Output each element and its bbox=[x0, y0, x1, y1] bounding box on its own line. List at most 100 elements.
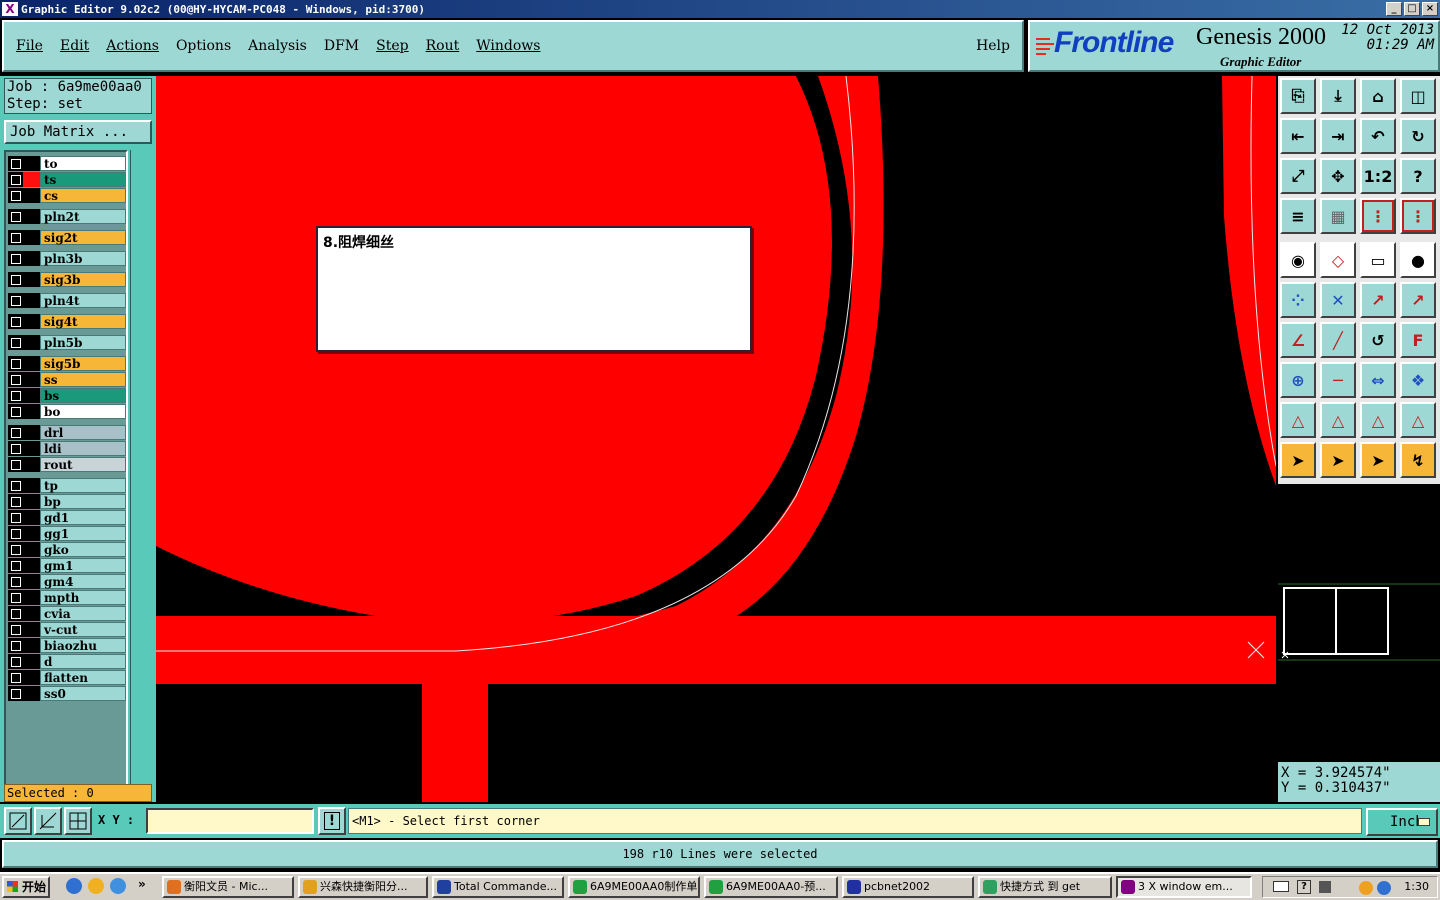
zoom-box-button[interactable] bbox=[4, 807, 32, 835]
snap-tool[interactable]: ≡ bbox=[1280, 198, 1316, 234]
layer-display-color[interactable] bbox=[23, 404, 40, 419]
layer-checkbox[interactable] bbox=[8, 441, 23, 456]
route-tool[interactable]: ↯ bbox=[1400, 442, 1436, 478]
layer-row-gg1[interactable]: gg1 bbox=[8, 526, 126, 541]
help-tool[interactable]: ? bbox=[1400, 158, 1436, 194]
menu-actions[interactable]: Actions bbox=[106, 38, 159, 54]
overview-map[interactable] bbox=[1278, 484, 1440, 760]
minimize-button[interactable]: _ bbox=[1386, 2, 1402, 16]
graphic-canvas[interactable]: 8.阻焊细丝 bbox=[156, 76, 1276, 802]
keyboard-icon[interactable] bbox=[1273, 881, 1289, 892]
layer-row-rout[interactable]: rout bbox=[8, 457, 126, 472]
layer-checkbox[interactable] bbox=[8, 293, 23, 308]
layer-display-color[interactable] bbox=[23, 510, 40, 525]
layer-display-color[interactable] bbox=[23, 314, 40, 329]
desktop-icon[interactable] bbox=[110, 878, 126, 894]
layer-checkbox[interactable] bbox=[8, 188, 23, 203]
menu-file[interactable]: File bbox=[16, 38, 43, 54]
layer-row-cs[interactable]: cs bbox=[8, 188, 126, 203]
volume-icon[interactable] bbox=[1319, 881, 1331, 893]
layer-row-gko[interactable]: gko bbox=[8, 542, 126, 557]
xy-input[interactable] bbox=[146, 808, 314, 834]
layers-b-tool[interactable]: ⋮ bbox=[1400, 198, 1436, 234]
move-tool[interactable]: ↗ bbox=[1360, 282, 1396, 318]
annotation-note[interactable]: 8.阻焊细丝 bbox=[316, 226, 752, 352]
layer-display-color[interactable] bbox=[23, 388, 40, 403]
layer-display-color[interactable] bbox=[23, 156, 40, 171]
triangle-b-tool[interactable]: △ bbox=[1320, 402, 1356, 438]
layer-display-color[interactable] bbox=[23, 478, 40, 493]
layer-row-pln2t[interactable]: pln2t bbox=[8, 209, 126, 224]
network-icon[interactable] bbox=[1359, 881, 1373, 895]
taskbar-item[interactable]: pcbnet2002 bbox=[842, 876, 974, 898]
layer-row-d[interactable]: d bbox=[8, 654, 126, 669]
pointer-b-tool[interactable]: ➤ bbox=[1320, 442, 1356, 478]
layer-checkbox[interactable] bbox=[8, 425, 23, 440]
layer-display-color[interactable] bbox=[23, 425, 40, 440]
layer-checkbox[interactable] bbox=[8, 230, 23, 245]
layer-display-color[interactable] bbox=[23, 457, 40, 472]
layer-display-color[interactable] bbox=[23, 654, 40, 669]
menu-analysis[interactable]: Analysis bbox=[248, 38, 307, 54]
alert-button[interactable]: ! bbox=[318, 807, 346, 835]
close-button[interactable]: × bbox=[1422, 2, 1438, 16]
triangle-c-tool[interactable]: △ bbox=[1360, 402, 1396, 438]
layer-checkbox[interactable] bbox=[8, 209, 23, 224]
taskbar-item[interactable]: 快捷方式 到 get bbox=[978, 876, 1112, 898]
layer-checkbox[interactable] bbox=[8, 356, 23, 371]
taskbar-item[interactable]: 3 X window em... bbox=[1116, 876, 1252, 898]
undo-tool[interactable]: ↶ bbox=[1360, 118, 1396, 154]
open-tool[interactable]: ⎘ bbox=[1280, 78, 1316, 114]
layer-checkbox[interactable] bbox=[8, 478, 23, 493]
layer-row-cvia[interactable]: cvia bbox=[8, 606, 126, 621]
trim-tool[interactable]: ─ bbox=[1320, 362, 1356, 398]
layer-checkbox[interactable] bbox=[8, 638, 23, 653]
layer-row-gd1[interactable]: gd1 bbox=[8, 510, 126, 525]
layer-checkbox[interactable] bbox=[8, 457, 23, 472]
resize-tool[interactable]: ⊕ bbox=[1280, 362, 1316, 398]
grid-tool[interactable]: ▦ bbox=[1320, 198, 1356, 234]
chevron-right-icon[interactable]: » bbox=[138, 877, 146, 891]
layer-display-color[interactable] bbox=[23, 574, 40, 589]
layer-checkbox[interactable] bbox=[8, 590, 23, 605]
layer-row-tp[interactable]: tp bbox=[8, 478, 126, 493]
layer-row-ss0[interactable]: ss0 bbox=[8, 686, 126, 701]
layer-checkbox[interactable] bbox=[8, 510, 23, 525]
layer-row-ss[interactable]: ss bbox=[8, 372, 126, 387]
taskbar-item[interactable]: 6A9ME00AA0-预... bbox=[704, 876, 838, 898]
home-tool[interactable]: ⌂ bbox=[1360, 78, 1396, 114]
grid-button[interactable] bbox=[64, 807, 92, 835]
layer-checkbox[interactable] bbox=[8, 542, 23, 557]
layer-checkbox[interactable] bbox=[8, 404, 23, 419]
photo-tool[interactable]: ◉ bbox=[1280, 242, 1316, 278]
quicklaunch-icon[interactable] bbox=[88, 878, 104, 894]
taskbar-item[interactable]: Total Commande... bbox=[432, 876, 564, 898]
zoom-next-tool[interactable]: ⇥ bbox=[1320, 118, 1356, 154]
window-tool[interactable]: ◫ bbox=[1400, 78, 1436, 114]
menu-step[interactable]: Step bbox=[376, 38, 408, 54]
layer-checkbox[interactable] bbox=[8, 670, 23, 685]
layers-a-tool[interactable]: ⋮ bbox=[1360, 198, 1396, 234]
snap-button[interactable] bbox=[34, 807, 62, 835]
copy-tool[interactable]: ↗ bbox=[1400, 282, 1436, 318]
layer-row-pln3b[interactable]: pln3b bbox=[8, 251, 126, 266]
layer-row-bo[interactable]: bo bbox=[8, 404, 126, 419]
layer-checkbox[interactable] bbox=[8, 388, 23, 403]
layer-checkbox[interactable] bbox=[8, 622, 23, 637]
menu-options[interactable]: Options bbox=[176, 38, 231, 54]
layer-row-sig4t[interactable]: sig4t bbox=[8, 314, 126, 329]
layer-display-color[interactable] bbox=[23, 209, 40, 224]
layer-row-sig3b[interactable]: sig3b bbox=[8, 272, 126, 287]
triangle-tool[interactable]: △ bbox=[1280, 402, 1316, 438]
layer-display-color[interactable] bbox=[23, 441, 40, 456]
scale-1-2-tool[interactable]: 1:2 bbox=[1360, 158, 1396, 194]
maximize-button[interactable]: □ bbox=[1404, 2, 1420, 16]
angle-tool[interactable]: ∠ bbox=[1280, 322, 1316, 358]
text-tool[interactable]: F bbox=[1400, 322, 1436, 358]
pointer-tool[interactable]: ➤ bbox=[1280, 442, 1316, 478]
center-tool[interactable]: ✥ bbox=[1320, 158, 1356, 194]
layer-display-color[interactable] bbox=[23, 638, 40, 653]
unit-selector[interactable]: Inch bbox=[1366, 808, 1438, 836]
taskbar-item[interactable]: 兴森快捷衡阳分... bbox=[298, 876, 428, 898]
layer-checkbox[interactable] bbox=[8, 172, 23, 187]
